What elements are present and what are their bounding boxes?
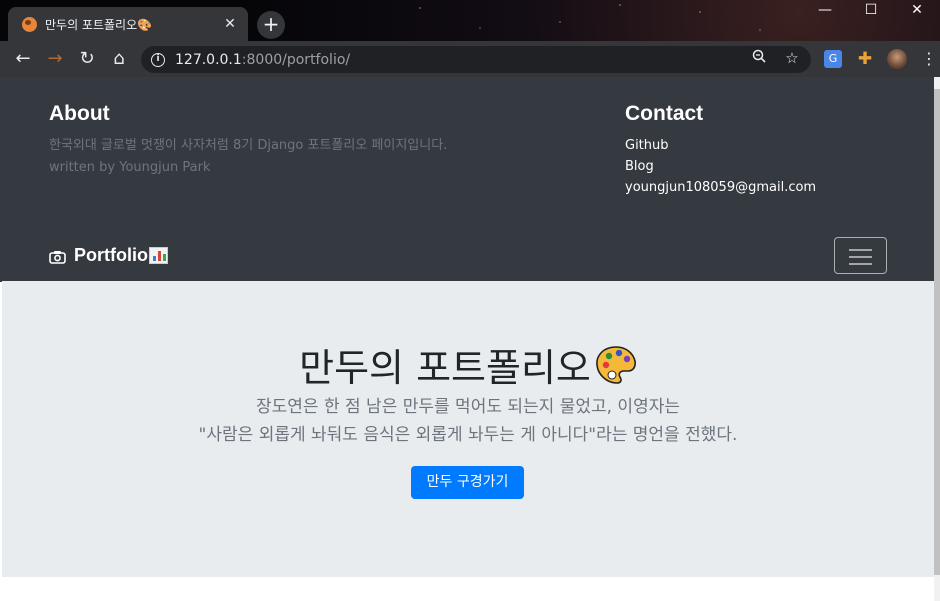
address-bar[interactable]: i 127.0.0.1:8000/portfolio/ ☆ [141, 46, 811, 73]
url-text: 127.0.0.1:8000/portfolio/ [175, 51, 351, 68]
contact-list: Github Blog youngjun108059@gmail.com [625, 135, 905, 198]
navbar-toggler-button[interactable] [834, 237, 887, 274]
about-heading: About [49, 102, 110, 125]
hamburger-icon [849, 249, 872, 251]
contact-section: Contact Github Blog youngjun108059@gmail… [625, 101, 905, 198]
contact-link-email[interactable]: youngjun108059@gmail.com [625, 177, 905, 198]
brand-label: Portfolio [74, 245, 148, 265]
home-icon[interactable]: ⌂ [106, 46, 132, 72]
reload-icon[interactable]: ↻ [74, 46, 100, 72]
new-tab-button[interactable]: + [257, 11, 285, 39]
jumbotron: 만두의 포트폴리오 장도연은 한 점 남은 만두를 먹어도 되는지 물었고, 이… [2, 281, 934, 577]
kebab-menu-icon[interactable]: ⋮ [921, 50, 937, 68]
profile-avatar[interactable] [887, 49, 907, 69]
window-controls: — ☐ ✕ [802, 0, 940, 20]
jumbotron-lead-line2: "사람은 외롭게 놔둬도 음식은 외롭게 놔두는 게 아니다"라는 명언을 전했… [198, 425, 738, 445]
minimize-button[interactable]: — [802, 0, 848, 20]
browser-titlebar: 만두의 포트폴리오🎨 ✕ + — ☐ ✕ [0, 0, 940, 41]
scrollbar-thumb[interactable] [934, 89, 940, 575]
hamburger-icon-bar [849, 263, 872, 265]
globe-icon [22, 16, 37, 32]
translate-extension-icon[interactable]: G [824, 50, 842, 68]
about-text: 한국외대 글로벌 멋쟁이 사자처럼 8기 Django 포트폴리오 페이지입니다… [49, 135, 569, 179]
browser-tab[interactable]: 만두의 포트폴리오🎨 ✕ [8, 7, 248, 41]
chart-emoji-icon [149, 247, 168, 264]
hamburger-icon-bar [849, 256, 872, 258]
camera-icon [49, 249, 66, 264]
zoom-icon[interactable] [749, 49, 769, 67]
forward-arrow-icon[interactable]: → [42, 46, 68, 72]
jumbotron-lead-line1: 장도연은 한 점 남은 만두를 먹어도 되는지 물었고, 이영자는 [256, 397, 680, 417]
contact-link-github[interactable]: Github [625, 135, 905, 156]
back-arrow-icon[interactable]: ← [10, 46, 36, 72]
info-icon[interactable]: i [151, 52, 165, 67]
maximize-button[interactable]: ☐ [848, 0, 894, 20]
tab-close-icon[interactable]: ✕ [222, 16, 238, 32]
jumbotron-title-text: 만두의 포트폴리오 [299, 346, 591, 390]
navbar: Portfolio [0, 232, 934, 282]
contact-heading: Contact [625, 102, 704, 125]
star-bookmark-icon[interactable]: ☆ [782, 49, 802, 67]
page-viewport: About 한국외대 글로벌 멋쟁이 사자처럼 8기 Django 포트폴리오 … [0, 77, 940, 601]
close-window-button[interactable]: ✕ [894, 0, 940, 20]
browser-toolbar: ← → ↻ ⌂ i 127.0.0.1:8000/portfolio/ ☆ G … [0, 41, 940, 77]
contact-link-blog[interactable]: Blog [625, 156, 905, 177]
about-section: About 한국외대 글로벌 멋쟁이 사자처럼 8기 Django 포트폴리오 … [49, 101, 569, 179]
navbar-brand[interactable]: Portfolio [49, 245, 168, 266]
tab-title: 만두의 포트폴리오🎨 [45, 17, 153, 32]
about-text-line2: written by Youngjun Park [49, 160, 211, 175]
about-text-line1: 한국외대 글로벌 멋쟁이 사자처럼 8기 Django 포트폴리오 페이지입니다… [49, 138, 448, 153]
browse-mandu-button[interactable]: 만두 구경가기 [411, 466, 524, 499]
jumbotron-title: 만두의 포트폴리오 [2, 337, 934, 392]
vertical-scrollbar[interactable] [934, 77, 940, 601]
palette-icon [596, 345, 636, 384]
extensions-puzzle-icon[interactable]: ✚ [856, 50, 874, 68]
